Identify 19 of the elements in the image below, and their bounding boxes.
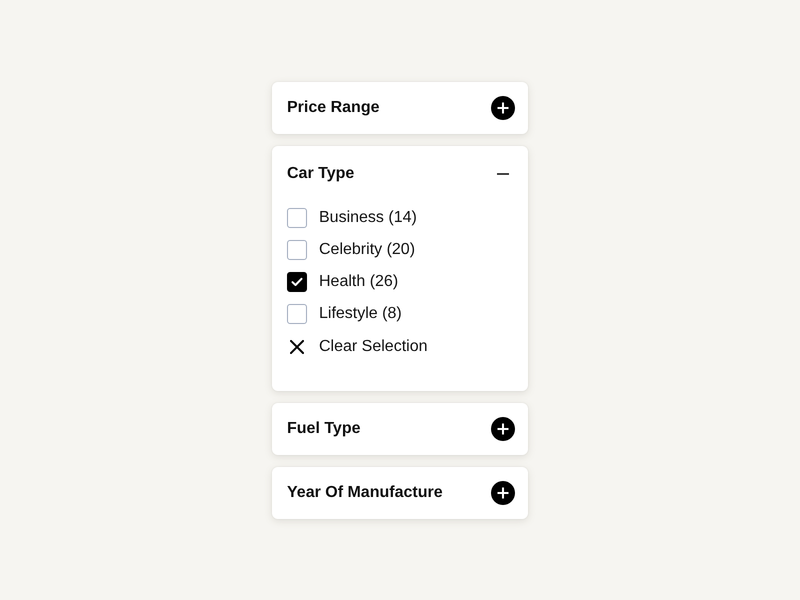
filter-title: Car Type (287, 165, 354, 183)
filter-title: Price Range (287, 99, 380, 117)
option-label: Business (14) (319, 209, 417, 227)
filter-title: Year Of Manufacture (287, 484, 443, 502)
option-label: Lifestyle (8) (319, 305, 402, 323)
filter-header[interactable]: Car Type (272, 146, 528, 202)
checkbox[interactable] (287, 208, 307, 228)
checkbox[interactable] (287, 272, 307, 292)
checkmark-icon (291, 277, 303, 287)
checkbox[interactable] (287, 240, 307, 260)
option-label: Celebrity (20) (319, 241, 416, 259)
option-label: Health (26) (319, 273, 398, 291)
checkbox[interactable] (287, 304, 307, 324)
filter-header[interactable]: Year Of Manufacture (272, 467, 528, 519)
close-icon (290, 340, 304, 354)
filter-title: Fuel Type (287, 420, 360, 438)
filter-header[interactable]: Price Range (272, 82, 528, 134)
clear-selection-button[interactable]: Clear Selection (287, 330, 428, 364)
filter-header[interactable]: Fuel Type (272, 403, 528, 455)
